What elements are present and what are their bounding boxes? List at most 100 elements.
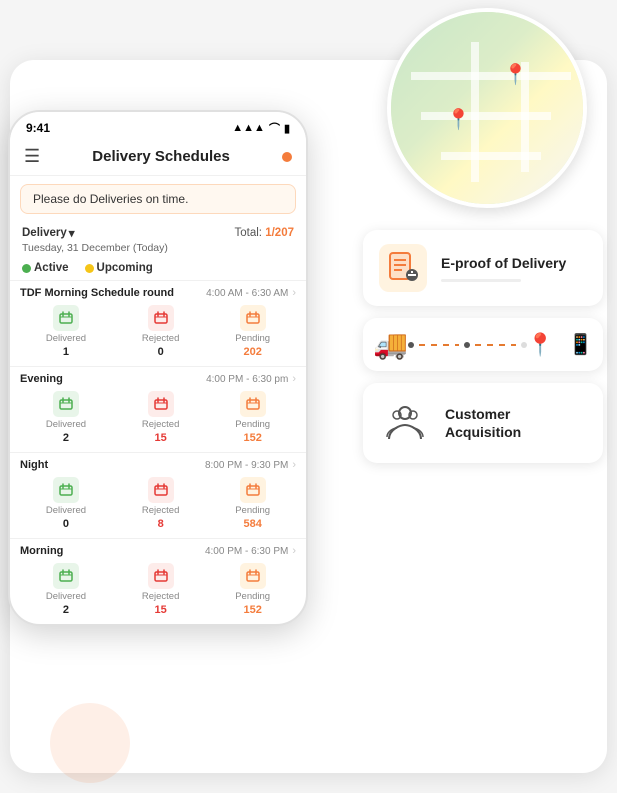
rejected-count-3: 15 [155,604,167,616]
pending-label-0: Pending [235,333,270,344]
phone-mockup: 9:41 ▲▲▲ ⌒ ▮ ☰ Delivery Schedules Please… [8,110,308,626]
pending-stat-1: Pending 152 [235,391,270,444]
delivered-icon-1 [53,391,79,417]
delivery-label[interactable]: Delivery ▾ [22,226,75,240]
schedule-header-1: Evening 4:00 PM - 6:30 pm › [10,367,306,387]
pending-stat-2: Pending 584 [235,477,270,530]
stats-row-3: Delivered 2 Rejected 15 Pending 152 [10,559,306,624]
total-label: Total: 1/207 [235,227,294,239]
delivered-count-1: 2 [63,432,69,444]
tracking-card[interactable]: 🚚 📍 📱 [363,318,603,371]
delivered-stat-1: Delivered 2 [46,391,86,444]
total-value: 1/207 [265,227,294,239]
rejected-icon-0 [148,305,174,331]
menu-icon[interactable]: ☰ [24,146,40,167]
rejected-stat-3: Rejected 15 [142,563,180,616]
time-display: 9:41 [26,121,50,135]
decorative-circle [50,703,130,783]
track-dot-1 [408,342,414,348]
rejected-count-2: 8 [158,518,164,530]
rejected-stat-1: Rejected 15 [142,391,180,444]
stats-row-1: Delivered 2 Rejected 15 Pending 152 [10,387,306,452]
stats-row-0: Delivered 1 Rejected 0 Pending 202 [10,301,306,366]
status-bar: 9:41 ▲▲▲ ⌒ ▮ [10,112,306,140]
schedules-list: TDF Morning Schedule round 4:00 AM - 6:3… [10,280,306,624]
rejected-count-0: 0 [158,346,164,358]
chevron-down-icon: ▾ [69,226,75,240]
schedule-header-3: Morning 4:00 PM - 6:30 PM › [10,539,306,559]
delivered-icon-2 [53,477,79,503]
upcoming-dot [85,264,94,273]
eproof-title: E-proof of Delivery [441,254,566,272]
customer-card[interactable]: Customer Acquisition [363,383,603,463]
chevron-right-icon-0: › [292,287,296,299]
schedule-header-2: Night 8:00 PM - 9:30 PM › [10,453,306,473]
rejected-label-0: Rejected [142,333,180,344]
eproof-icon [379,244,427,292]
notification-banner: Please do Deliveries on time. [20,184,296,214]
schedule-item[interactable]: Evening 4:00 PM - 6:30 pm › Delivered 2 [10,366,306,452]
eproof-line [441,279,521,282]
phone-header: ☰ Delivery Schedules [10,140,306,176]
active-dot [22,264,31,273]
right-panel: E-proof of Delivery 🚚 📍 📱 [363,230,603,463]
tracking-progress [408,342,527,348]
rejected-icon-2 [148,477,174,503]
notification-dot [282,152,292,162]
pending-icon-1 [240,391,266,417]
schedule-time-1: 4:00 PM - 6:30 pm [206,374,288,385]
delivered-count-3: 2 [63,604,69,616]
pending-stat-3: Pending 152 [235,563,270,616]
stats-row-2: Delivered 0 Rejected 8 Pending 584 [10,473,306,538]
track-line-1 [419,344,459,346]
pending-count-0: 202 [243,346,261,358]
schedule-name-3: Morning [20,545,63,557]
chevron-right-icon-3: › [292,545,296,557]
location-pin-icon: 📍 [527,332,554,358]
delivered-label-0: Delivered [46,333,86,344]
signal-icon: ▲▲▲ [232,122,265,134]
eproof-card[interactable]: E-proof of Delivery [363,230,603,306]
schedule-name-2: Night [20,459,48,471]
chevron-right-icon-1: › [292,373,296,385]
customer-icon [379,397,431,449]
delivered-count-2: 0 [63,518,69,530]
schedule-name-0: TDF Morning Schedule round [20,287,174,299]
delivered-stat-2: Delivered 0 [46,477,86,530]
schedule-name-1: Evening [20,373,63,385]
wifi-icon: ⌒ [269,120,280,136]
delivered-count-0: 1 [63,346,69,358]
payment-icon: 📱 [568,332,593,357]
schedule-header-0: TDF Morning Schedule round 4:00 AM - 6:3… [10,281,306,301]
upcoming-status: Upcoming [85,262,153,274]
pending-icon-3 [240,563,266,589]
pending-count-2: 584 [243,518,261,530]
rejected-icon-1 [148,391,174,417]
rejected-label-2: Rejected [142,505,180,516]
delivered-label-1: Delivered [46,419,86,430]
delivery-meta: Delivery ▾ Total: 1/207 [10,222,306,242]
delivered-icon-0 [53,305,79,331]
pending-label-3: Pending [235,591,270,602]
schedule-item[interactable]: TDF Morning Schedule round 4:00 AM - 6:3… [10,280,306,366]
pending-count-1: 152 [243,432,261,444]
delivered-stat-0: Delivered 1 [46,305,86,358]
rejected-label-3: Rejected [142,591,180,602]
pending-icon-2 [240,477,266,503]
delivered-label-3: Delivered [46,591,86,602]
pending-label-1: Pending [235,419,270,430]
pending-count-3: 152 [243,604,261,616]
active-status: Active [22,262,69,274]
rejected-stat-2: Rejected 8 [142,477,180,530]
rejected-count-1: 15 [155,432,167,444]
pending-icon-0 [240,305,266,331]
page-title: Delivery Schedules [92,148,230,165]
delivered-icon-3 [53,563,79,589]
schedule-item[interactable]: Night 8:00 PM - 9:30 PM › Delivered 0 [10,452,306,538]
status-icons: ▲▲▲ ⌒ ▮ [232,120,290,136]
rejected-stat-0: Rejected 0 [142,305,180,358]
schedule-item[interactable]: Morning 4:00 PM - 6:30 PM › Delivered 2 [10,538,306,624]
truck-icon: 🚚 [373,328,408,361]
battery-icon: ▮ [284,122,290,135]
schedule-time-3: 4:00 PM - 6:30 PM [205,546,288,557]
